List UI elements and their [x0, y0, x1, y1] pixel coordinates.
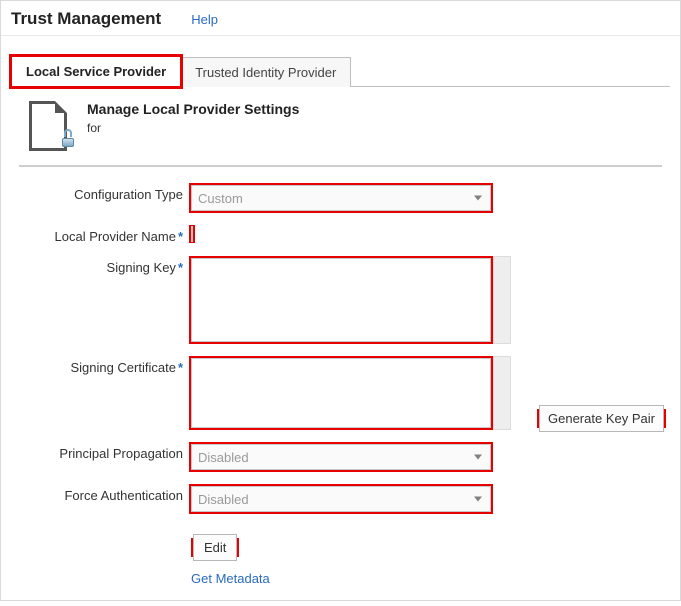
scrollbar[interactable]	[493, 356, 511, 430]
select-value: Custom	[198, 191, 243, 206]
get-metadata-link[interactable]: Get Metadata	[191, 571, 270, 586]
section-subtitle: for	[87, 121, 299, 135]
tab-trusted-identity-provider[interactable]: Trusted Identity Provider	[180, 57, 351, 87]
label-force-authentication: Force Authentication	[13, 484, 189, 503]
tab-local-service-provider[interactable]: Local Service Provider	[11, 56, 181, 87]
chevron-down-icon	[474, 455, 482, 460]
label-configuration-type: Configuration Type	[13, 183, 189, 202]
section-header: Manage Local Provider Settings for	[1, 87, 680, 161]
header: Trust Management Help	[1, 1, 680, 36]
section-title: Manage Local Provider Settings	[87, 101, 299, 117]
divider	[19, 165, 662, 167]
principal-propagation-select[interactable]: Disabled	[191, 444, 491, 470]
signing-key-textarea[interactable]	[191, 258, 491, 342]
chevron-down-icon	[474, 196, 482, 201]
document-lock-icon	[29, 101, 73, 151]
label-principal-propagation: Principal Propagation	[13, 442, 189, 461]
force-authentication-select[interactable]: Disabled	[191, 486, 491, 512]
page-title: Trust Management	[11, 9, 161, 29]
generate-key-pair-button[interactable]: Generate Key Pair	[539, 405, 664, 432]
label-signing-key: Signing Key*	[13, 256, 189, 275]
signing-certificate-textarea[interactable]	[191, 358, 491, 428]
form: Configuration Type Custom Local Provider…	[1, 183, 680, 606]
configuration-type-select[interactable]: Custom	[191, 185, 491, 211]
help-link[interactable]: Help	[191, 12, 218, 27]
tab-label: Trusted Identity Provider	[195, 65, 336, 80]
tab-strip: Local Service Provider Trusted Identity …	[1, 36, 680, 87]
chevron-down-icon	[474, 497, 482, 502]
select-value: Disabled	[198, 450, 249, 465]
label-signing-certificate: Signing Certificate*	[13, 356, 189, 375]
edit-button[interactable]: Edit	[193, 534, 237, 561]
scrollbar[interactable]	[493, 256, 511, 344]
tab-label: Local Service Provider	[26, 64, 166, 79]
label-local-provider-name: Local Provider Name*	[13, 225, 189, 244]
select-value: Disabled	[198, 492, 249, 507]
local-provider-name-input[interactable]	[191, 226, 193, 242]
